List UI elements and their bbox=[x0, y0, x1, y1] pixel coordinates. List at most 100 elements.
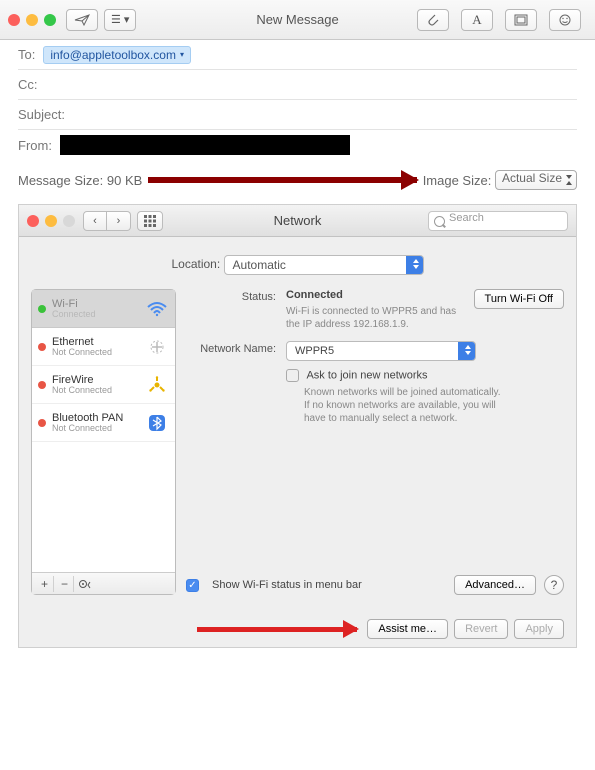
ask-join-checkbox[interactable] bbox=[286, 369, 299, 382]
cc-field-row[interactable]: Cc: bbox=[18, 70, 577, 100]
location-row: Location: Automatic bbox=[31, 255, 564, 275]
sidebar-footer: + − bbox=[32, 572, 175, 594]
service-sidebar: Wi-FiConnected EthernetNot Connected Fir… bbox=[31, 289, 176, 595]
service-name: Ethernet bbox=[52, 336, 145, 348]
from-label: From: bbox=[18, 138, 52, 153]
ask-join-info: Known networks will be joined automatica… bbox=[286, 386, 506, 425]
network-pane: ‹ › Network Search Location: Automatic bbox=[18, 204, 577, 648]
grid-icon bbox=[144, 215, 156, 227]
status-value: Connected bbox=[286, 289, 464, 301]
remove-service-button[interactable]: − bbox=[56, 576, 74, 592]
to-field-row[interactable]: To: info@appletoolbox.com ▾ bbox=[18, 40, 577, 70]
service-wifi[interactable]: Wi-FiConnected bbox=[32, 290, 175, 328]
paper-plane-icon bbox=[74, 14, 90, 26]
service-name: Bluetooth PAN bbox=[52, 412, 145, 424]
image-size-select[interactable]: Actual Size bbox=[495, 170, 577, 190]
close-window[interactable] bbox=[8, 14, 20, 26]
location-select[interactable]: Automatic bbox=[224, 255, 424, 275]
subject-field-row[interactable]: Subject: bbox=[18, 100, 577, 130]
add-service-button[interactable]: + bbox=[36, 576, 54, 592]
format-button[interactable]: A bbox=[461, 9, 493, 31]
network-name-label: Network Name: bbox=[186, 341, 286, 355]
service-bluetooth-pan[interactable]: Bluetooth PANNot Connected bbox=[32, 404, 175, 442]
send-button[interactable] bbox=[66, 9, 98, 31]
wifi-icon bbox=[145, 298, 169, 320]
search-input[interactable]: Search bbox=[428, 211, 568, 231]
header-fields-button[interactable]: ☰ ▾ bbox=[104, 9, 136, 31]
photo-icon bbox=[514, 14, 528, 26]
advanced-button[interactable]: Advanced… bbox=[454, 575, 536, 595]
assist-me-button[interactable]: Assist me… bbox=[367, 619, 448, 639]
show-all-button[interactable] bbox=[137, 211, 163, 231]
service-ethernet[interactable]: EthernetNot Connected bbox=[32, 328, 175, 366]
annotation-arrow-2 bbox=[197, 627, 357, 632]
pane-close[interactable] bbox=[27, 215, 39, 227]
smiley-icon bbox=[558, 13, 572, 27]
ethernet-icon bbox=[145, 336, 169, 358]
chevron-updown-icon bbox=[465, 345, 471, 355]
back-button[interactable]: ‹ bbox=[83, 211, 107, 231]
action-menu-button[interactable] bbox=[76, 576, 94, 592]
chevron-down-icon: ▾ bbox=[180, 50, 184, 59]
pane-zoom[interactable] bbox=[63, 215, 75, 227]
from-value-redacted bbox=[60, 135, 350, 155]
service-status: Connected bbox=[52, 310, 145, 320]
photo-browser-button[interactable] bbox=[505, 9, 537, 31]
pane-toolbar: ‹ › Network Search bbox=[19, 205, 576, 237]
chevron-updown-icon bbox=[413, 259, 419, 269]
attach-button[interactable] bbox=[417, 9, 449, 31]
pane-bottom-row: Assist me… Revert Apply bbox=[19, 619, 576, 639]
ask-join-label: Ask to join new networks bbox=[306, 369, 427, 381]
annotation-arrow bbox=[148, 177, 416, 183]
location-value: Automatic bbox=[233, 258, 286, 272]
service-list: Wi-FiConnected EthernetNot Connected Fir… bbox=[32, 290, 175, 572]
service-firewire[interactable]: FireWireNot Connected bbox=[32, 366, 175, 404]
recipient-token[interactable]: info@appletoolbox.com ▾ bbox=[43, 46, 191, 64]
help-button[interactable]: ? bbox=[544, 575, 564, 595]
service-status: Not Connected bbox=[52, 348, 145, 358]
service-name: FireWire bbox=[52, 374, 145, 386]
minimize-window[interactable] bbox=[26, 14, 38, 26]
emoji-button[interactable] bbox=[549, 9, 581, 31]
status-dot-disconnected bbox=[38, 343, 46, 351]
pane-window-controls bbox=[27, 215, 75, 227]
subject-label: Subject: bbox=[18, 107, 65, 122]
from-field-row[interactable]: From: bbox=[18, 130, 577, 160]
bluetooth-icon bbox=[145, 412, 169, 434]
revert-button[interactable]: Revert bbox=[454, 619, 508, 639]
list-icon: ☰ ▾ bbox=[111, 13, 129, 26]
font-icon: A bbox=[472, 12, 481, 28]
network-name-select[interactable]: WPPR5 bbox=[286, 341, 476, 361]
location-label: Location: bbox=[171, 257, 220, 271]
status-dot-connected bbox=[38, 305, 46, 313]
firewire-icon bbox=[145, 374, 169, 396]
size-row: Message Size: 90 KB Image Size: Actual S… bbox=[18, 170, 577, 190]
message-size-value: 90 KB bbox=[107, 173, 142, 188]
zoom-window[interactable] bbox=[44, 14, 56, 26]
service-status: Not Connected bbox=[52, 424, 145, 434]
apply-button[interactable]: Apply bbox=[514, 619, 564, 639]
window-controls bbox=[8, 14, 56, 26]
paperclip-icon bbox=[427, 13, 439, 27]
status-dot-disconnected bbox=[38, 419, 46, 427]
forward-button[interactable]: › bbox=[107, 211, 131, 231]
image-size-label: Image Size: bbox=[423, 173, 492, 188]
service-detail: Status: Connected Wi-Fi is connected to … bbox=[186, 289, 564, 595]
mail-toolbar: ☰ ▾ New Message A bbox=[0, 0, 595, 40]
show-status-label: Show Wi-Fi status in menu bar bbox=[212, 579, 362, 591]
service-name: Wi-Fi bbox=[52, 298, 145, 310]
image-size-value: Actual Size bbox=[502, 171, 562, 185]
status-label: Status: bbox=[186, 289, 286, 303]
recipient-text: info@appletoolbox.com bbox=[50, 48, 176, 62]
to-label: To: bbox=[18, 47, 35, 62]
message-size-label: Message Size: bbox=[18, 173, 103, 188]
status-info: Wi-Fi is connected to WPPR5 and has the … bbox=[286, 305, 464, 331]
turn-wifi-off-button[interactable]: Turn Wi-Fi Off bbox=[474, 289, 564, 309]
gear-icon bbox=[78, 578, 92, 590]
cc-label: Cc: bbox=[18, 77, 38, 92]
service-status: Not Connected bbox=[52, 386, 145, 396]
pane-minimize[interactable] bbox=[45, 215, 57, 227]
show-status-checkbox[interactable]: ✓ bbox=[186, 579, 199, 592]
status-dot-disconnected bbox=[38, 381, 46, 389]
search-placeholder: Search bbox=[449, 212, 484, 224]
